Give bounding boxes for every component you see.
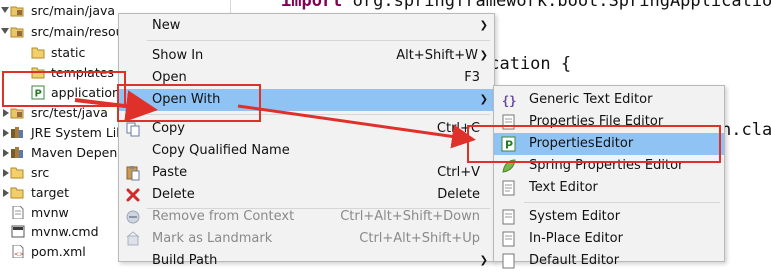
annotation-arrow bbox=[237, 104, 476, 149]
annotation-arrow bbox=[74, 90, 158, 123]
annotation-arrows bbox=[74, 90, 476, 149]
